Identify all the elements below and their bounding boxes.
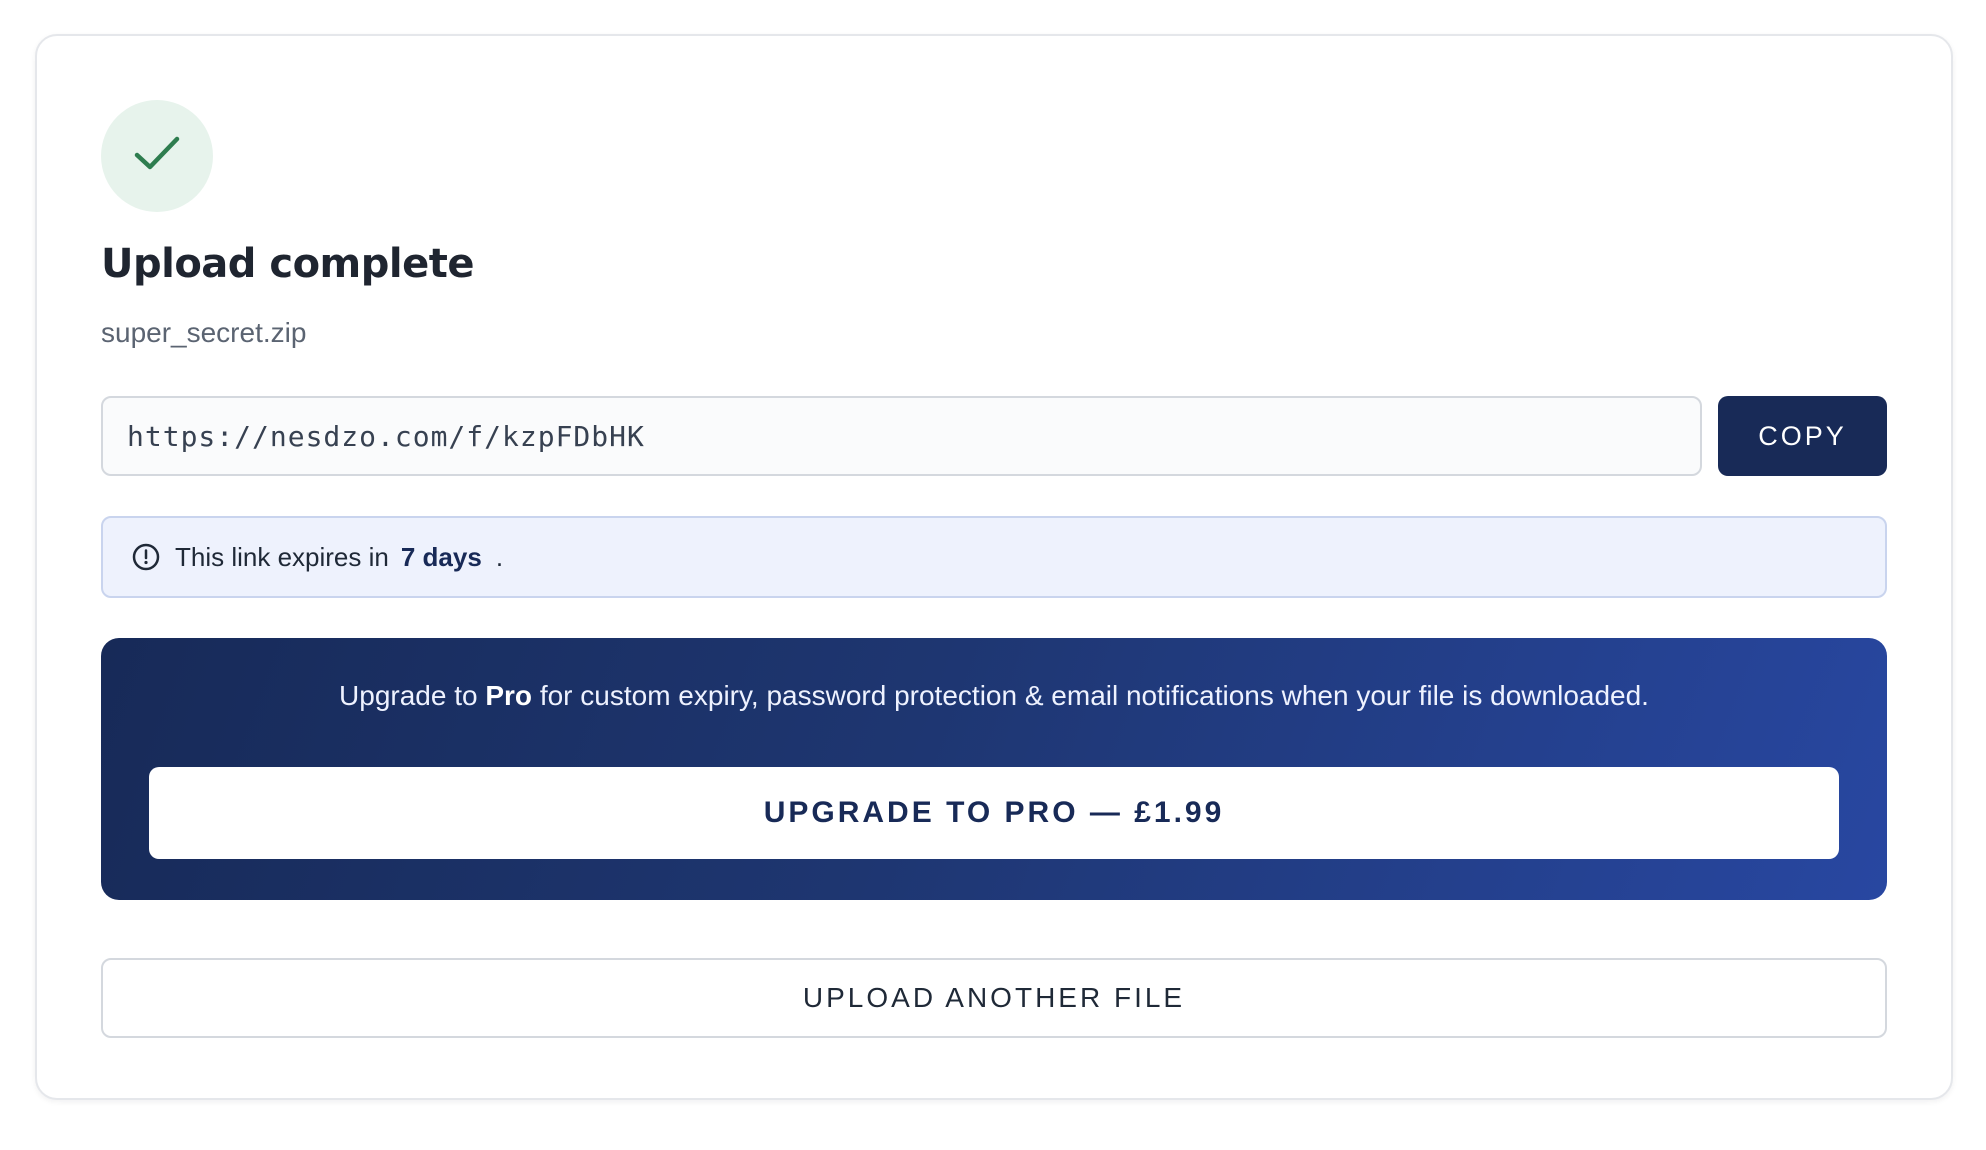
file-name: super_secret.zip <box>101 317 307 348</box>
expiry-suffix: . <box>495 541 504 572</box>
expiry-notice: This link expires in 7 days . <box>101 516 1887 598</box>
clock-icon <box>131 542 161 572</box>
upload-another-file-button[interactable]: UPLOAD ANOTHER FILE <box>101 958 1887 1038</box>
check-icon <box>133 130 181 183</box>
page-title: Upload complete <box>101 241 474 287</box>
promo-pro-label: Pro <box>485 680 533 711</box>
upload-complete-card: Upload complete super_secret.zip COPY Th… <box>35 34 1953 1100</box>
promo-text-before: Upgrade to <box>339 680 486 711</box>
promo-description: Upgrade to Pro for custom expiry, passwo… <box>101 682 1887 710</box>
success-badge <box>101 100 213 212</box>
share-link-row: COPY <box>101 396 1887 476</box>
expiry-duration: 7 days <box>400 541 482 572</box>
expiry-prefix: This link expires in <box>175 541 389 572</box>
share-link-input[interactable] <box>101 396 1702 476</box>
pro-upgrade-banner: Upgrade to Pro for custom expiry, passwo… <box>101 638 1887 900</box>
promo-text-after: for custom expiry, password protection &… <box>532 680 1649 711</box>
upgrade-to-pro-button[interactable]: UPGRADE TO PRO — £1.99 <box>149 767 1839 859</box>
copy-button[interactable]: COPY <box>1718 396 1887 476</box>
card-content: Upload complete super_secret.zip COPY Th… <box>101 36 1887 1098</box>
